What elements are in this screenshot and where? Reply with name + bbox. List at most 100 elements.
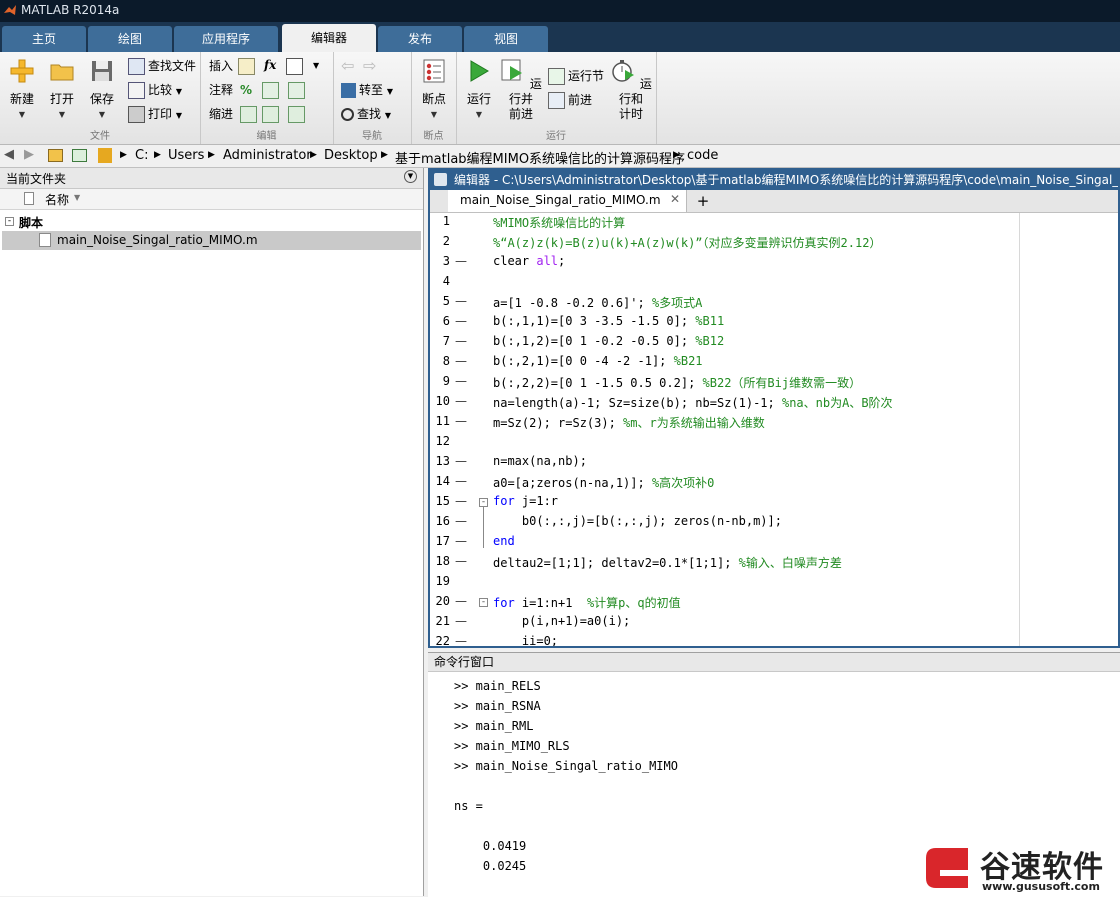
- breakpoint-marker[interactable]: —: [455, 254, 467, 268]
- code-line[interactable]: deltau2=[1;1]; deltav2=0.1*[1;1]; %输入、白噪…: [493, 554, 842, 571]
- breakpoint-marker[interactable]: —: [455, 354, 467, 368]
- open-button[interactable]: 打开 ▼: [44, 58, 80, 122]
- code-line[interactable]: m=Sz(2); r=Sz(3); %m、r为系统输出输入维数: [493, 414, 765, 431]
- tab-plots[interactable]: 绘图: [88, 26, 172, 52]
- chevron-down-icon[interactable]: ▼: [313, 56, 319, 76]
- breakpoint-marker[interactable]: —: [455, 594, 467, 608]
- chevron-down-icon: ▼: [175, 111, 182, 120]
- group-row[interactable]: - 脚本: [0, 212, 423, 232]
- run-button[interactable]: 运行 ▼: [462, 58, 496, 122]
- code-area[interactable]: 1 %MIMO系统噪信比的计算 2 %“A(z)z(k)=B(z)u(k)+A(z)w…: [430, 213, 1118, 646]
- code-line[interactable]: clear all;: [493, 254, 565, 268]
- code-line[interactable]: n=max(na,nb);: [493, 454, 587, 468]
- back-arrow-icon[interactable]: ◀: [4, 147, 14, 162]
- code-token: b0(:,:,j)=[b(:,:,j); zeros(n-nb,m)];: [493, 514, 782, 528]
- forward-arrow-icon[interactable]: ⇨: [363, 56, 376, 76]
- save-button[interactable]: 保存 ▼: [84, 58, 120, 122]
- code-line[interactable]: for j=1:r: [493, 494, 558, 508]
- code-line[interactable]: a=[1 -0.8 -0.2 0.6]'; %多项式A: [493, 294, 702, 311]
- sort-arrow-icon[interactable]: ▼: [74, 193, 80, 202]
- insert-button[interactable]: 插入: [209, 56, 233, 76]
- breakpoint-marker[interactable]: —: [455, 374, 467, 388]
- find-button[interactable]: 查找 ▼: [341, 104, 391, 124]
- insert-icon[interactable]: [238, 56, 258, 76]
- fold-collapse-icon[interactable]: -: [479, 598, 488, 607]
- breakpoint-marker[interactable]: —: [455, 614, 467, 628]
- increase-indent-icon[interactable]: [262, 104, 282, 124]
- code-line[interactable]: b0(:,:,j)=[b(:,:,j); zeros(n-nb,m)];: [493, 514, 782, 528]
- code-line[interactable]: p(i,n+1)=a0(i);: [493, 614, 630, 628]
- indent-button[interactable]: 缩进: [209, 104, 233, 124]
- back-arrow-icon[interactable]: ⇦: [341, 56, 354, 76]
- column-header: 名称 ▼: [0, 189, 423, 210]
- code-line[interactable]: ii=0;: [493, 634, 558, 646]
- smart-indent-icon[interactable]: [240, 104, 260, 124]
- breadcrumb-administrator[interactable]: Administrator: [223, 148, 312, 163]
- fold-collapse-icon[interactable]: -: [479, 498, 488, 507]
- list-item[interactable]: main_Noise_Singal_ratio_MIMO.m: [2, 231, 421, 250]
- code-line[interactable]: for i=1:n+1 %计算p、q的初值: [493, 594, 681, 611]
- code-line[interactable]: a0=[a;zeros(n-na,1)]; %高次项补0: [493, 474, 714, 491]
- breadcrumb-code[interactable]: code: [687, 148, 718, 163]
- breakpoint-marker[interactable]: —: [455, 634, 467, 646]
- compare-button[interactable]: 比较 ▼: [128, 80, 182, 100]
- tab-editor[interactable]: 编辑器: [282, 24, 376, 52]
- breakpoint-marker[interactable]: —: [455, 334, 467, 348]
- editor-tab[interactable]: main_Noise_Singal_ratio_MIMO.m ✕: [448, 190, 687, 212]
- tab-view[interactable]: 视图: [464, 26, 548, 52]
- breakpoint-marker[interactable]: —: [455, 534, 467, 548]
- code-line[interactable]: b(:,2,2)=[0 1 -1.5 0.5 0.2]; %B22（所有Bij维…: [493, 374, 861, 391]
- code-line[interactable]: %MIMO系统噪信比的计算: [493, 214, 625, 231]
- advance-icon: [548, 92, 565, 109]
- close-icon[interactable]: ✕: [670, 192, 680, 206]
- comment-button[interactable]: 注释: [209, 80, 233, 100]
- breakpoint-marker[interactable]: —: [455, 314, 467, 328]
- breadcrumb-desktop[interactable]: Desktop: [324, 148, 378, 163]
- tab-apps[interactable]: 应用程序: [174, 26, 278, 52]
- breakpoint-marker[interactable]: —: [455, 514, 467, 528]
- run-and-advance-button[interactable]: 运行并 前进: [500, 58, 542, 122]
- find-files-button[interactable]: 查找文件: [128, 56, 196, 76]
- forward-arrow-icon[interactable]: ▶: [24, 147, 34, 162]
- code-token: b(:,1,2)=[0 1 -0.2 -0.5 0];: [493, 334, 696, 348]
- new-button[interactable]: 新建 ▼: [4, 58, 40, 122]
- uncomment-icon[interactable]: [262, 80, 282, 100]
- advance-button[interactable]: 前进: [548, 90, 592, 110]
- breakpoint-marker[interactable]: —: [455, 294, 467, 308]
- wrap-comments-icon[interactable]: [288, 80, 308, 100]
- breakpoints-button[interactable]: 断点 ▼: [417, 58, 451, 122]
- fx-button[interactable]: fx: [264, 55, 276, 75]
- breakpoint-marker[interactable]: —: [455, 554, 467, 568]
- up-folder-icon[interactable]: [48, 149, 63, 162]
- add-tab-button[interactable]: +: [688, 190, 718, 212]
- panel-menu-icon[interactable]: ▼: [404, 170, 417, 183]
- browse-folder-icon[interactable]: [72, 149, 87, 162]
- code-line[interactable]: b(:,1,2)=[0 1 -0.2 -0.5 0]; %B12: [493, 334, 724, 348]
- percent-comment-button[interactable]: %: [240, 80, 252, 100]
- breakpoint-marker[interactable]: —: [455, 454, 467, 468]
- breadcrumb-c[interactable]: C:: [135, 148, 148, 163]
- code-line[interactable]: na=length(a)-1; Sz=size(b); nb=Sz(1)-1; …: [493, 394, 893, 411]
- breakpoint-marker[interactable]: —: [455, 494, 467, 508]
- goto-button[interactable]: 转至 ▼: [341, 80, 393, 100]
- run-section-button[interactable]: 运行节: [548, 66, 604, 86]
- code-line[interactable]: end: [493, 534, 515, 548]
- code-line[interactable]: b(:,1,1)=[0 3 -3.5 -1.5 0]; %B11: [493, 314, 724, 328]
- tab-home[interactable]: 主页: [2, 26, 86, 52]
- run-and-time-button[interactable]: 运行和 计时: [610, 58, 652, 122]
- breadcrumb-project-folder[interactable]: 基于matlab编程MIMO系统噪信比的计算源码程序: [395, 148, 685, 167]
- decrease-indent-icon[interactable]: [288, 104, 308, 124]
- breakpoint-marker[interactable]: —: [455, 474, 467, 488]
- code-line[interactable]: b(:,2,1)=[0 0 -4 -2 -1]; %B21: [493, 354, 703, 368]
- find-files-icon: [128, 58, 145, 75]
- breakpoint-marker[interactable]: —: [455, 394, 467, 408]
- function-icon[interactable]: [286, 56, 306, 76]
- breakpoint-marker[interactable]: —: [455, 414, 467, 428]
- tab-publish[interactable]: 发布: [378, 26, 462, 52]
- print-button[interactable]: 打印 ▼: [128, 104, 182, 124]
- code-line[interactable]: %“A(z)z(k)=B(z)u(k)+A(z)w(k)”（对应多变量辨识仿真实…: [493, 234, 881, 251]
- breadcrumb-users[interactable]: Users: [168, 148, 204, 163]
- name-column-header[interactable]: 名称: [45, 191, 69, 208]
- group-label: 文件: [90, 131, 110, 142]
- collapse-icon[interactable]: -: [5, 217, 14, 226]
